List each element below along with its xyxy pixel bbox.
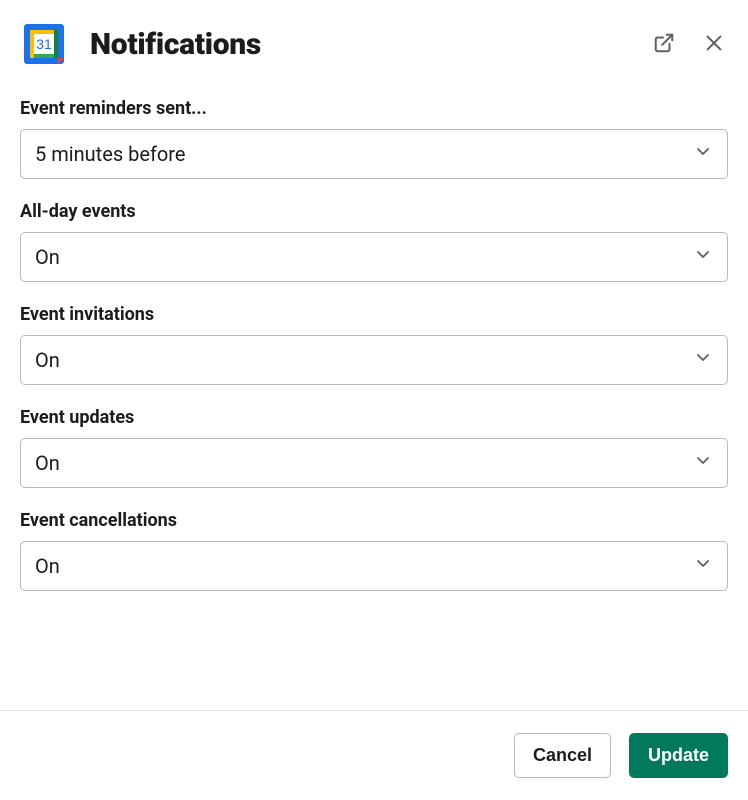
- close-button[interactable]: [700, 29, 728, 60]
- update-button[interactable]: Update: [629, 733, 728, 778]
- label-event-reminders: Event reminders sent...: [20, 98, 728, 119]
- close-icon: [703, 32, 725, 57]
- select-value: On: [35, 348, 60, 372]
- open-external-button[interactable]: [650, 29, 678, 60]
- google-calendar-icon: 31: [20, 20, 68, 68]
- select-event-invitations[interactable]: On: [20, 335, 728, 385]
- chevron-down-icon: [693, 348, 713, 373]
- field-event-updates: Event updates On: [20, 407, 728, 488]
- modal-body: Event reminders sent... 5 minutes before…: [0, 88, 748, 710]
- svg-text:31: 31: [36, 36, 52, 52]
- header-actions: [650, 29, 728, 60]
- label-all-day-events: All-day events: [20, 201, 728, 222]
- select-all-day-events[interactable]: On: [20, 232, 728, 282]
- chevron-down-icon: [693, 451, 713, 476]
- notifications-modal: 31 Notifications: [0, 0, 748, 800]
- select-value: On: [35, 245, 60, 269]
- field-all-day-events: All-day events On: [20, 201, 728, 282]
- external-link-icon: [653, 32, 675, 57]
- select-value: 5 minutes before: [35, 142, 186, 166]
- chevron-down-icon: [693, 554, 713, 579]
- modal-header: 31 Notifications: [0, 0, 748, 88]
- select-event-cancellations[interactable]: On: [20, 541, 728, 591]
- field-event-reminders: Event reminders sent... 5 minutes before: [20, 98, 728, 179]
- label-event-cancellations: Event cancellations: [20, 510, 728, 531]
- field-event-invitations: Event invitations On: [20, 304, 728, 385]
- field-event-cancellations: Event cancellations On: [20, 510, 728, 591]
- chevron-down-icon: [693, 245, 713, 270]
- label-event-updates: Event updates: [20, 407, 728, 428]
- select-value: On: [35, 554, 60, 578]
- cancel-button[interactable]: Cancel: [514, 733, 611, 778]
- select-event-reminders[interactable]: 5 minutes before: [20, 129, 728, 179]
- modal-footer: Cancel Update: [0, 710, 748, 800]
- chevron-down-icon: [693, 142, 713, 167]
- label-event-invitations: Event invitations: [20, 304, 728, 325]
- select-value: On: [35, 451, 60, 475]
- select-event-updates[interactable]: On: [20, 438, 728, 488]
- modal-title: Notifications: [90, 27, 650, 62]
